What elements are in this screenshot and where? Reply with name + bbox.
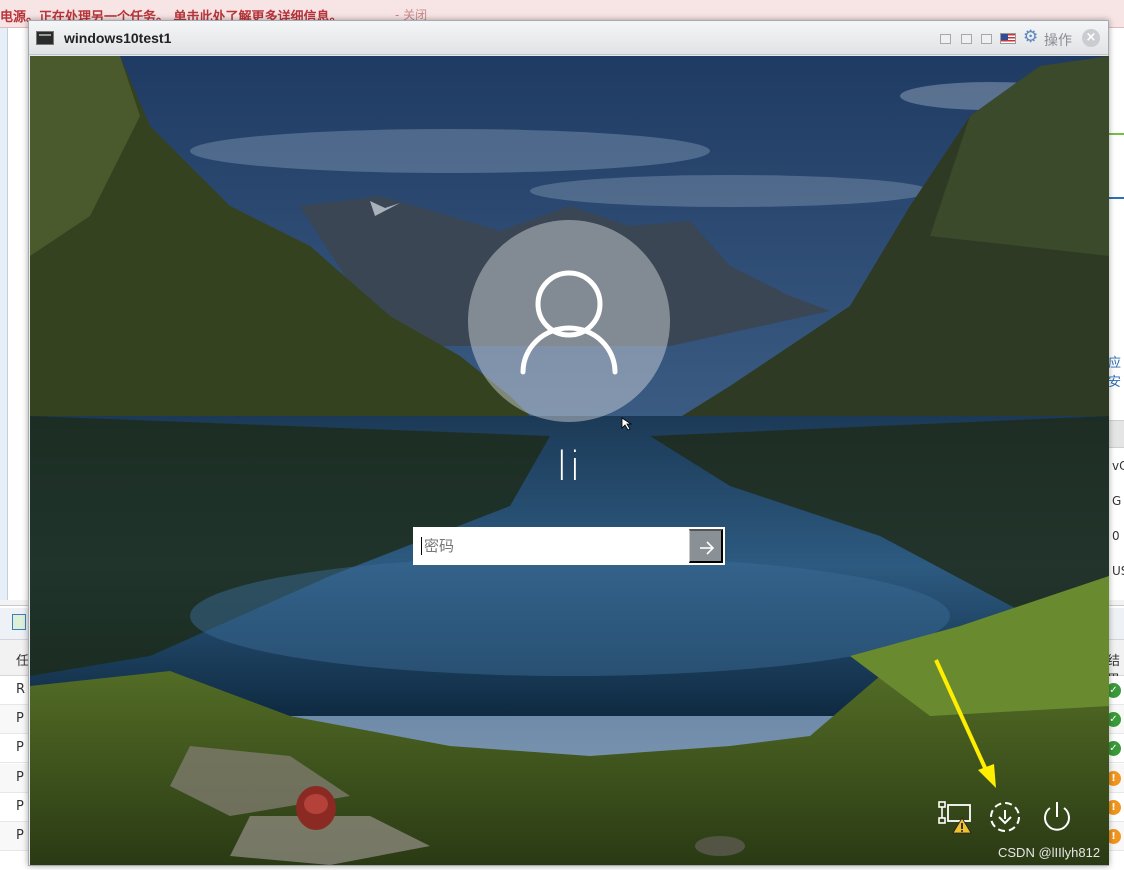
background-cell: 0 xyxy=(1112,529,1120,543)
background-cell: vC xyxy=(1112,459,1124,473)
vm-title: windows10test1 xyxy=(64,30,172,46)
restore-icon[interactable] xyxy=(961,34,972,44)
row-text: P xyxy=(16,711,24,726)
accessibility-icon[interactable] xyxy=(986,798,1024,836)
text-caret xyxy=(421,537,422,555)
arrow-right-icon xyxy=(700,541,715,555)
vm-lock-screen[interactable]: li CSDN @lIIlyh812 xyxy=(30,56,1109,865)
maximize-icon[interactable] xyxy=(981,34,992,44)
power-icon[interactable] xyxy=(1038,798,1076,836)
user-icon xyxy=(520,270,618,375)
password-box xyxy=(413,527,725,565)
background-link-fragment[interactable]: 应安 xyxy=(1108,352,1124,390)
console-icon xyxy=(36,31,54,45)
vm-titlebar[interactable]: windows10test1 ⚙ 操作 × xyxy=(29,21,1108,55)
close-button[interactable]: × xyxy=(1082,29,1100,47)
background-separator xyxy=(1108,420,1124,448)
row-text: R xyxy=(16,682,26,697)
row-text: P xyxy=(16,799,24,814)
row-text: P xyxy=(16,740,24,755)
background-cell: G xyxy=(1112,494,1122,508)
background-left-edge xyxy=(0,28,8,600)
background-cell: USI xyxy=(1112,564,1124,578)
gear-icon[interactable]: ⚙ xyxy=(1023,29,1038,46)
fullscreen-icon[interactable] xyxy=(940,34,951,44)
actions-menu-button[interactable]: 操作 xyxy=(1044,30,1072,50)
task-list-icon xyxy=(12,614,26,630)
row-text: P xyxy=(16,828,24,843)
row-text: P xyxy=(16,770,24,785)
network-warning-icon[interactable] xyxy=(936,798,974,836)
us-flag-icon[interactable] xyxy=(1000,33,1016,44)
mouse-cursor-icon xyxy=(621,417,633,431)
user-avatar[interactable] xyxy=(468,220,670,422)
submit-password-button[interactable] xyxy=(689,529,723,563)
watermark: CSDN @lIIlyh812 xyxy=(998,845,1101,860)
vm-console-window: windows10test1 ⚙ 操作 × li CSDN @lIIlyh812 xyxy=(28,20,1109,866)
password-input[interactable] xyxy=(415,529,689,563)
background-chart-line-blue xyxy=(1108,197,1124,199)
user-name: li xyxy=(556,444,583,490)
background-chart-line-green xyxy=(1108,133,1124,135)
